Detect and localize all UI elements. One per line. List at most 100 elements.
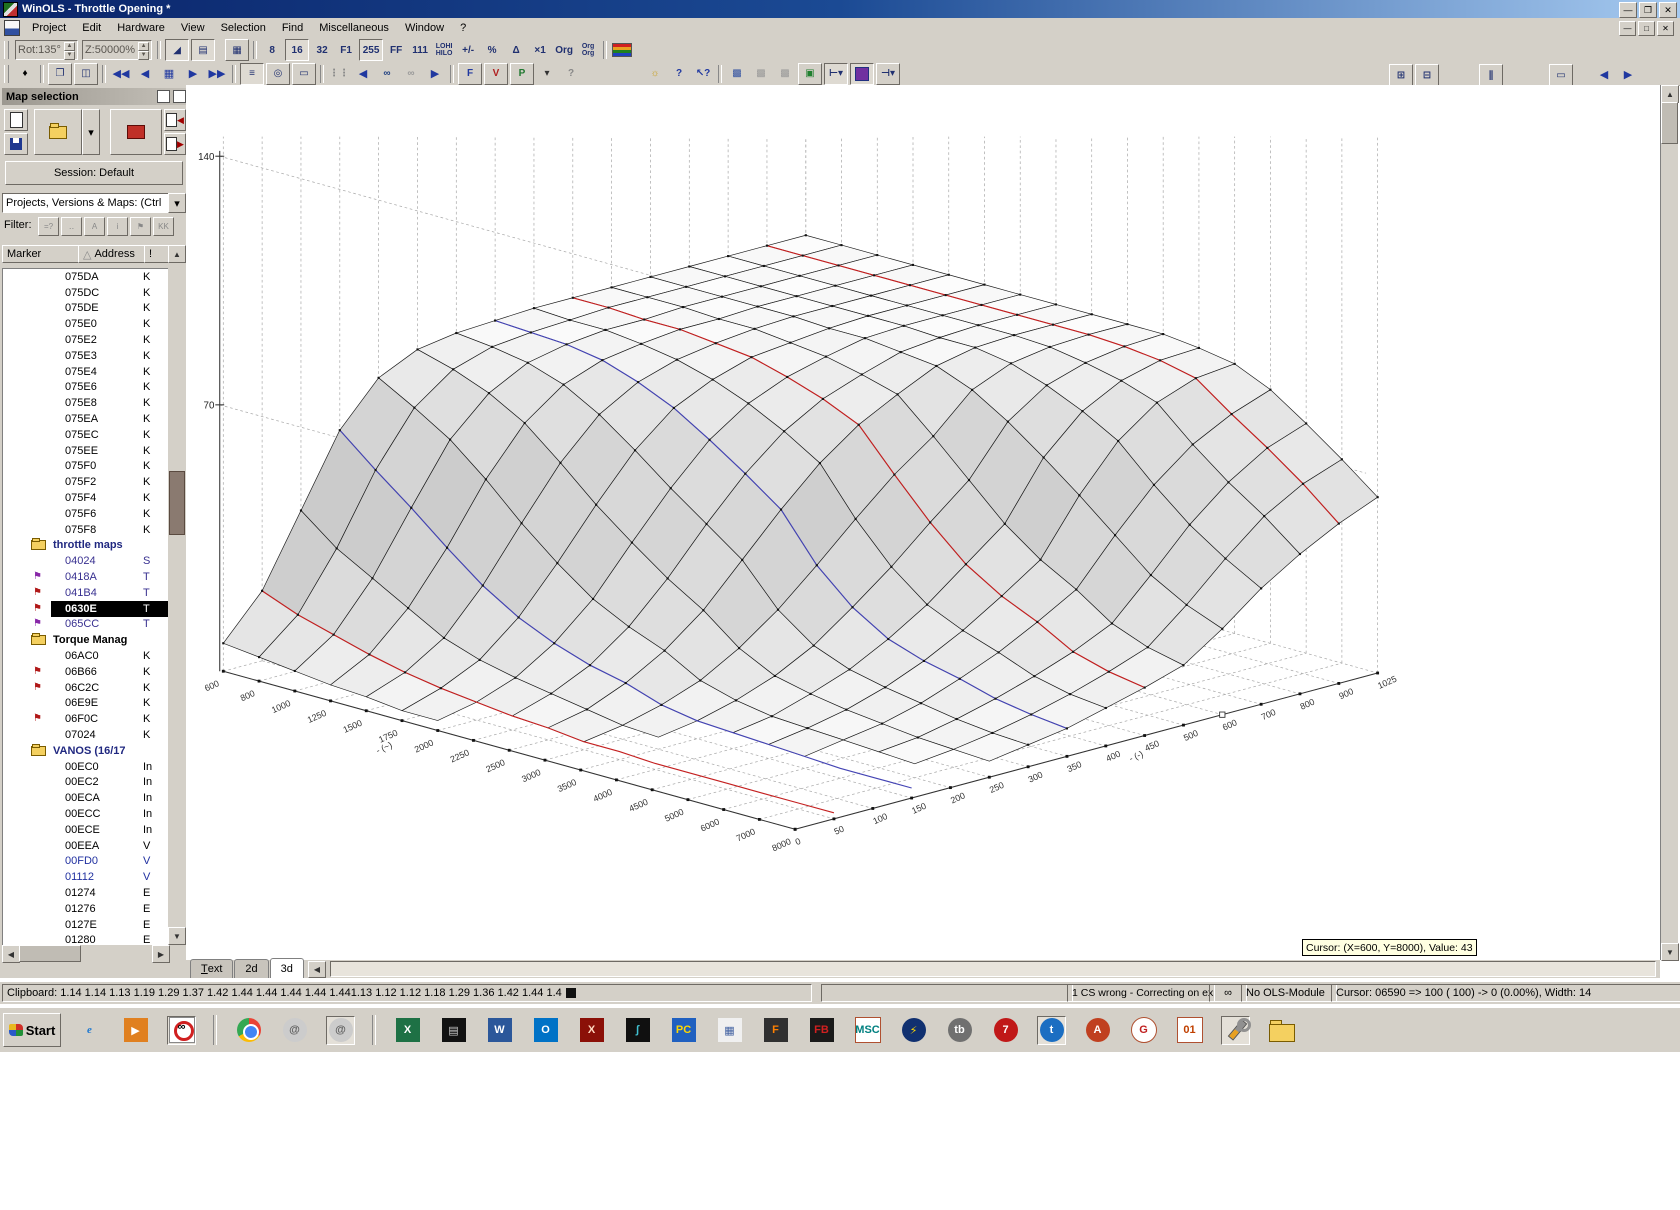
tb-icon[interactable]: tb [945,1016,974,1045]
globe-lightning-icon[interactable]: ⚡ [899,1016,928,1045]
menu-edit[interactable]: Edit [74,20,109,36]
format-button-[interactable]: % [481,40,503,60]
if-tool-icon[interactable]: F [761,1016,790,1045]
map-3d-view[interactable]: 600 800 1000 1250 1500 1750 2000 2250 2500 3000 35… [186,85,1660,960]
format-button-1[interactable]: ×1 [529,40,551,60]
map-list-row[interactable]: 075E6 K [3,380,169,396]
prev-map-button[interactable]: ◀ [352,64,374,84]
export-page-button[interactable]: ▶ [164,133,186,155]
map-list-row[interactable]: ⚑ 065CC T [3,617,169,633]
map-list-row[interactable]: 075EA K [3,411,169,427]
letter-button-p[interactable]: P [510,62,534,85]
box-01-icon[interactable]: 01 [1175,1016,1204,1045]
map-list-row[interactable]: 00ECE In [3,822,169,838]
chrome-icon[interactable] [234,1016,263,1045]
map-list-row[interactable]: 00ECC In [3,806,169,822]
outlook-icon[interactable]: O [531,1016,560,1045]
grid-view-button[interactable]: ▦ [225,39,250,61]
menu-miscellaneous[interactable]: Miscellaneous [311,20,397,36]
nav-first-button[interactable]: ◀◀ [110,64,132,84]
format-button-ff[interactable]: FF [385,40,407,60]
map-list-row[interactable]: 01112 V [3,869,169,885]
history-forward-button[interactable]: ▶ [1617,64,1639,84]
filter-button-5[interactable]: KK [153,217,174,236]
menu-find[interactable]: Find [274,20,311,36]
tab-3d[interactable]: 3d [269,958,304,978]
tab-scroll-left[interactable]: ◀ [307,961,326,978]
format-button-111[interactable]: 111 [409,40,431,60]
chip-fb-icon[interactable]: FB [807,1016,836,1045]
toolbar-grip-2[interactable] [4,64,9,83]
map-list-row[interactable]: ⚑ 041B4 T [3,585,169,601]
wrench-icon[interactable] [1221,1015,1251,1045]
map-list-row[interactable]: 075EC K [3,427,169,443]
context-help-button[interactable]: ? [560,64,582,84]
view-2d3d-toggle[interactable]: ▤ [191,39,216,61]
map-list-row[interactable]: 0127E E [3,917,169,933]
selection-box-button[interactable] [850,62,874,85]
connect-dots-icon[interactable]: ⋮⋮ [328,64,350,84]
folder-icon[interactable] [1267,1016,1296,1045]
internet-explorer-icon[interactable]: e [75,1016,104,1045]
map-list-row[interactable]: ⚑ 06B66 K [3,664,169,680]
map-list-row[interactable]: 06AC0 K [3,648,169,664]
format-button-16[interactable]: 16 [285,39,310,61]
map-list-row[interactable]: ⚑ 0630E T [3,600,169,617]
help-question-icon[interactable]: ? [668,64,690,84]
map-list-row[interactable]: 075E4 K [3,364,169,380]
open-project-button[interactable] [34,109,82,155]
map-list-row[interactable]: 075DA K [3,269,169,285]
map-list-folder[interactable]: VANOS (16/17 [3,743,169,759]
view-3d-toggle[interactable]: ◢ [165,39,190,61]
menu-selection[interactable]: Selection [213,20,274,36]
signature-icon[interactable]: ʃ [623,1016,652,1045]
map-list-folder[interactable]: Torque Manag [3,632,169,648]
format-button-org[interactable]: Org [553,40,575,60]
mdi-document-icon[interactable] [4,20,20,36]
map-list-row[interactable]: 01276 E [3,901,169,917]
title-bar[interactable]: WinOLS - Throttle Opening * — ❐ ✕ [0,0,1680,18]
format-button-32[interactable]: 32 [311,40,333,60]
format-button-255[interactable]: 255 [359,39,384,61]
seven-ball-icon[interactable]: 7 [991,1016,1020,1045]
map-list-row[interactable]: 075F0 K [3,459,169,475]
history-back-button[interactable]: ◀ [1593,64,1615,84]
map-list-row[interactable]: ⚑ 06F0C K [3,711,169,727]
filter-button-2[interactable]: A [84,217,105,236]
filter-button-1[interactable]: ‥ [61,217,82,236]
format-button-8[interactable]: 8 [261,40,283,60]
map-list-vscrollbar[interactable]: ▲ ▼ [168,245,186,945]
view-selector-arrow[interactable]: ▾ [168,193,186,213]
map-list-row[interactable]: 00FD0 V [3,853,169,869]
clipboard-icon[interactable] [565,988,576,998]
top-hat-icon[interactable]: ♦ [14,64,36,84]
single-column-button[interactable]: ▭ [1549,64,1573,86]
open-project-dropdown[interactable]: ▾ [82,109,100,155]
pause-columns-button[interactable]: ∥ [1479,64,1503,86]
nav-grid-button[interactable]: ▦ [158,64,180,84]
preview-button[interactable]: ▭ [292,62,316,85]
map-list-row[interactable]: 00EC2 In [3,775,169,791]
new-project-button[interactable] [4,109,28,131]
format-button-orgorg[interactable]: Org Org [577,40,599,60]
vscroll-thumb[interactable] [169,471,185,535]
filter-button-0[interactable]: =? [38,217,59,236]
chart-scroll-up[interactable]: ▲ [1661,85,1679,103]
panel-title-bar[interactable]: Map selection [2,88,186,105]
split-vertical-button[interactable]: ⊟ [1415,64,1439,86]
pc-tool-icon[interactable]: PC [669,1016,698,1045]
import-file-button[interactable] [110,109,162,155]
chart-vscroll-thumb[interactable] [1661,102,1678,144]
scroll-down-button[interactable]: ▼ [168,927,186,945]
map-list-row[interactable]: 075E0 K [3,316,169,332]
panel-close-icon[interactable] [173,90,186,103]
word-icon[interactable]: W [485,1016,514,1045]
map-list-row[interactable]: 00EEA V [3,838,169,854]
axis-list-2-button[interactable]: ⊣▾ [876,62,900,85]
nav-next-button[interactable]: ▶ [182,64,204,84]
dropdown-arrow[interactable]: ▾ [536,64,558,84]
map-list-row[interactable]: ⚑ 0418A T [3,569,169,585]
chart-wizard-icon[interactable]: ▩ [726,64,748,84]
next-map-button[interactable]: ▶ [424,64,446,84]
rotation-spin-buttons[interactable]: ▲ ▼ [63,42,75,60]
